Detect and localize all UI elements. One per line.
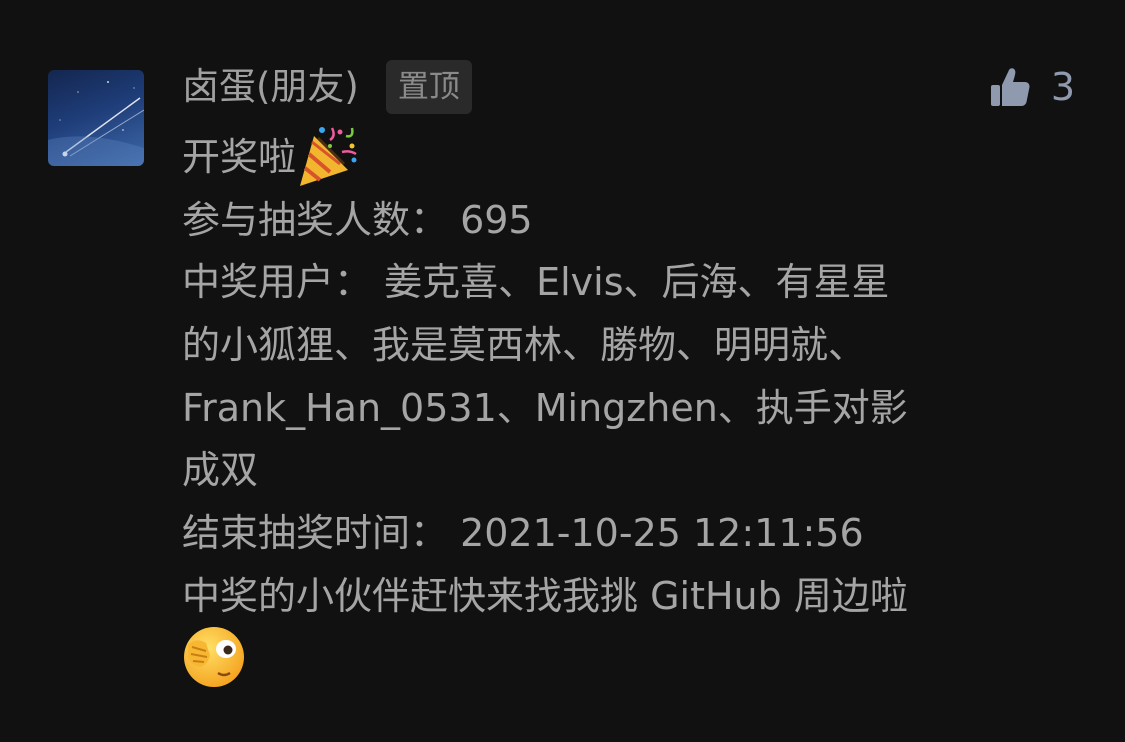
comment-text: 中奖用户： 姜克喜、Elvis、后海、有星星	[182, 260, 890, 305]
comment-line	[182, 625, 1082, 691]
avatar-image	[48, 81, 144, 166]
comment-line: 中奖的小伙伴赶快来找我挑 GitHub 周边啦	[182, 565, 1082, 628]
face-peeking-icon	[182, 625, 246, 689]
comment-text: 的小狐狸、我是莫西林、勝物、明明就、	[182, 323, 867, 368]
comment-body: 开奖啦 参与抽奖人数： 695 中奖用户： 姜克喜、Elvis、后海、有星星 的…	[182, 126, 1082, 690]
comment-text: 成双	[182, 448, 259, 493]
comment-line: Frank_Han_0531、Mingzhen、执手对影	[182, 377, 1082, 440]
comment-line: 中奖用户： 姜克喜、Elvis、后海、有星星	[182, 251, 1082, 314]
pinned-badge: 置顶	[385, 60, 472, 114]
comment-text: 中奖的小伙伴赶快来找我挑 GitHub 周边啦	[182, 573, 908, 618]
comment-text: 开奖啦	[182, 135, 297, 179]
party-popper-icon	[296, 124, 360, 188]
comment-text: 参与抽奖人数： 695	[182, 197, 533, 242]
thumbs-up-icon	[990, 68, 1030, 106]
comment-line: 开奖啦	[182, 126, 1082, 189]
comment-header: 卤蛋(朋友) 置顶	[182, 58, 472, 116]
avatar[interactable]	[48, 70, 144, 166]
comment-line: 成双	[182, 439, 1082, 502]
comment-text: Frank_Han_0531、Mingzhen、执手对影	[182, 385, 908, 430]
author-name[interactable]: 卤蛋(朋友)	[182, 58, 359, 116]
like-count: 3	[1050, 65, 1075, 109]
comment-line: 的小狐狸、我是莫西林、勝物、明明就、	[182, 314, 1082, 377]
like-button[interactable]: 3	[989, 58, 1075, 116]
comment-line: 参与抽奖人数： 695	[182, 189, 1082, 252]
comment-text: 结束抽奖时间： 2021-10-25 12:11:56	[182, 511, 864, 556]
comment-line: 结束抽奖时间： 2021-10-25 12:11:56	[182, 502, 1082, 565]
